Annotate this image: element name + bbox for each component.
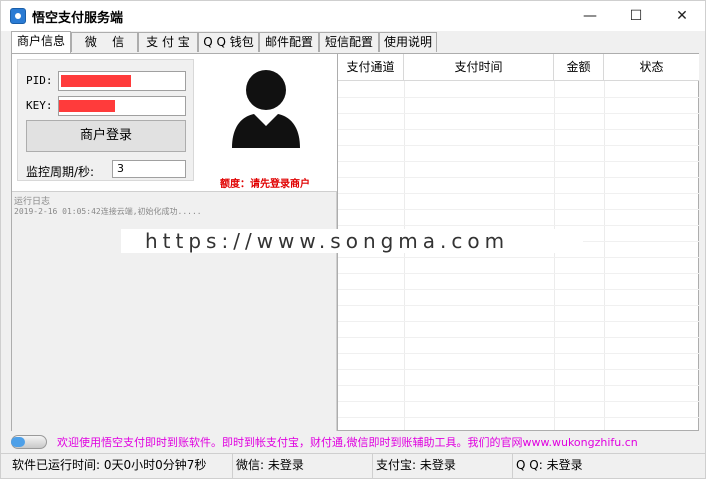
pid-label: PID: [26, 74, 53, 87]
key-input[interactable] [58, 96, 186, 116]
interval-label: 监控周期/秒: [26, 165, 95, 179]
column-header-time[interactable]: 支付时间 [404, 54, 554, 81]
grid-divider [338, 257, 699, 258]
column-header-status[interactable]: 状态 [604, 54, 699, 81]
grid-divider [338, 289, 699, 290]
grid-divider [338, 177, 699, 178]
interval-input[interactable]: 3 [112, 160, 186, 178]
column-header-channel[interactable]: 支付通道 [338, 54, 404, 81]
maximize-button[interactable]: ☐ [613, 1, 659, 31]
grid-divider [554, 81, 555, 430]
tab-alipay[interactable]: 支 付 宝 [138, 32, 198, 52]
grid-divider [338, 273, 699, 274]
grid-divider [338, 321, 699, 322]
status-qq: Q Q: 未登录 [516, 458, 583, 472]
status-alipay: 支付宝: 未登录 [373, 454, 513, 478]
grid-divider [338, 129, 699, 130]
status-runtime: 软件已运行时间: 0天0小时0分钟7秒 [9, 454, 233, 478]
status-wechat: 微信: 未登录 [233, 454, 373, 478]
grid-divider [338, 113, 699, 114]
close-button[interactable]: ✕ [659, 1, 705, 31]
grid-divider [338, 193, 699, 194]
toggle-switch-icon[interactable] [11, 435, 47, 449]
grid-divider [338, 209, 699, 210]
pid-input[interactable] [58, 71, 186, 91]
grid-divider [338, 225, 699, 226]
grid-divider [338, 161, 699, 162]
grid-divider [338, 97, 699, 98]
key-redaction [59, 100, 115, 112]
tab-sms-config[interactable]: 短信配置 [319, 32, 379, 52]
minimize-button[interactable]: — [567, 1, 613, 31]
tab-instructions[interactable]: 使用说明 [379, 32, 437, 52]
grid-divider [338, 305, 699, 306]
grid-divider [338, 385, 699, 386]
title-bar: 悟空支付服务端 — ☐ ✕ [1, 1, 705, 31]
watermark-text: https://www.songma.com [121, 229, 583, 253]
balance-text: 额度：请先登录商户 [220, 179, 310, 190]
run-log-panel[interactable]: 运行日志 2019-2-16 01:05:42连接云端,初始化成功..... [12, 191, 337, 431]
log-line: 2019-2-16 01:05:42连接云端,初始化成功..... [14, 207, 202, 216]
user-avatar-icon [232, 70, 300, 148]
column-header-amount[interactable]: 金额 [554, 54, 604, 81]
grid-divider [338, 337, 699, 338]
status-bar: 软件已运行时间: 0天0小时0分钟7秒 微信: 未登录 支付宝: 未登录 Q Q… [1, 453, 705, 478]
grid-divider [338, 145, 699, 146]
merchant-login-panel: PID: KEY: 商户登录 监控周期/秒: 3 [17, 59, 194, 181]
tab-merchant-info[interactable]: 商户信息 [11, 31, 71, 53]
grid-divider [404, 81, 405, 430]
grid-divider [338, 401, 699, 402]
app-window: 悟空支付服务端 — ☐ ✕ 商户信息 微 信 支 付 宝 Q Q 钱包 邮件配置… [0, 0, 706, 479]
tab-wechat[interactable]: 微 信 [71, 32, 138, 52]
grid-divider [604, 81, 605, 430]
tab-email-config[interactable]: 邮件配置 [259, 32, 319, 52]
app-logo-icon [10, 8, 26, 24]
marquee-text: 欢迎使用悟空支付即时到账软件。即时到帐支付宝，财付通,微信即时到账辅助工具。我们… [57, 436, 638, 449]
pid-redaction [61, 75, 131, 87]
grid-header: 支付通道 支付时间 金额 状态 [338, 54, 699, 81]
merchant-login-button[interactable]: 商户登录 [26, 120, 186, 152]
grid-divider [338, 369, 699, 370]
window-title: 悟空支付服务端 [32, 11, 124, 26]
grid-divider [338, 417, 699, 418]
key-label: KEY: [26, 99, 53, 112]
tab-qq-wallet[interactable]: Q Q 钱包 [198, 32, 259, 52]
grid-divider [338, 353, 699, 354]
marquee-bar: 欢迎使用悟空支付即时到账软件。即时到帐支付宝，财付通,微信即时到账辅助工具。我们… [1, 431, 705, 453]
